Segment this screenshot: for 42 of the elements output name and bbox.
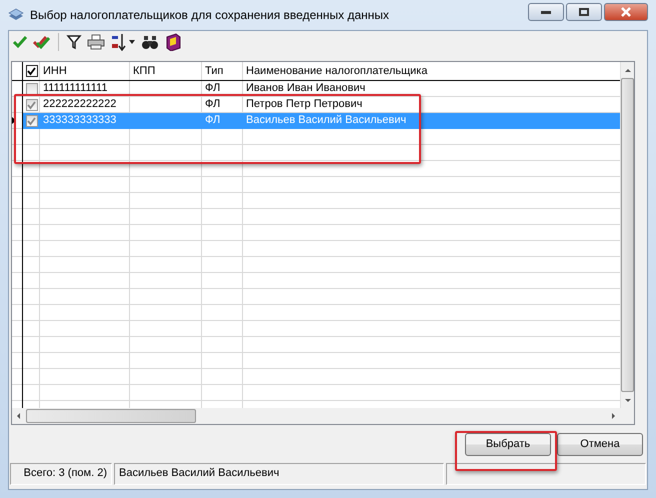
table-cell-text: Иванов Иван Иванович [245,81,366,96]
vertical-scrollbar[interactable] [620,62,634,408]
column-header[interactable]: Наименование налогоплательщика [243,62,620,80]
column-header[interactable]: КПП [130,62,202,80]
select-button[interactable]: Выбрать [465,432,551,456]
checkbox[interactable] [26,65,38,77]
column-header[interactable]: Тип [202,62,243,80]
table-row[interactable]: 111111111111 ФЛ Иванов Иван Иванович [12,81,620,97]
printer-icon[interactable] [87,34,105,50]
minimize-button[interactable] [528,3,564,21]
double-checkmark-icon[interactable] [33,34,51,50]
table-cell-text: ФЛ [204,81,222,96]
maximize-button[interactable] [566,3,602,21]
filter-icon[interactable] [66,34,82,50]
sort-icon[interactable] [110,33,136,51]
cancel-button[interactable]: Отмена [557,432,643,456]
status-text: Всего: 3 (пом. 2) [10,463,112,485]
checkbox[interactable] [26,99,38,111]
table-row[interactable]: 222222222222 ФЛ Петров Петр Петрович [12,97,620,113]
checkmark-icon[interactable] [12,34,28,50]
binoculars-icon[interactable] [141,34,159,50]
close-button[interactable] [604,3,648,21]
table-cell-text: 111111111111 [42,81,108,96]
scrollbar-thumb[interactable] [26,409,196,423]
close-icon [620,7,632,17]
checkbox[interactable] [26,83,38,95]
table-cell-text: ФЛ [204,97,222,112]
row-pointer-icon [12,117,16,124]
maximize-icon [579,8,589,16]
table-cell-text: 333333333333 [42,113,118,128]
minimize-icon [541,10,551,14]
app-icon [8,7,24,23]
table-cell-text: Петров Петр Петрович [245,97,364,112]
table-cell-text: 222222222222 [42,97,118,112]
checkbox[interactable] [26,115,38,127]
column-header[interactable]: ИНН [40,62,130,80]
help-book-icon[interactable] [164,33,182,51]
table-cell-text: Васильев Василий Васильевич [245,113,408,128]
table-cell-text: ФЛ [204,113,222,128]
status-text: Васильев Василий Васильевич [114,463,444,485]
scrollbar-thumb[interactable] [621,78,634,392]
window-title: Выбор налогоплательщиков для сохранения введенных данных [30,8,390,22]
